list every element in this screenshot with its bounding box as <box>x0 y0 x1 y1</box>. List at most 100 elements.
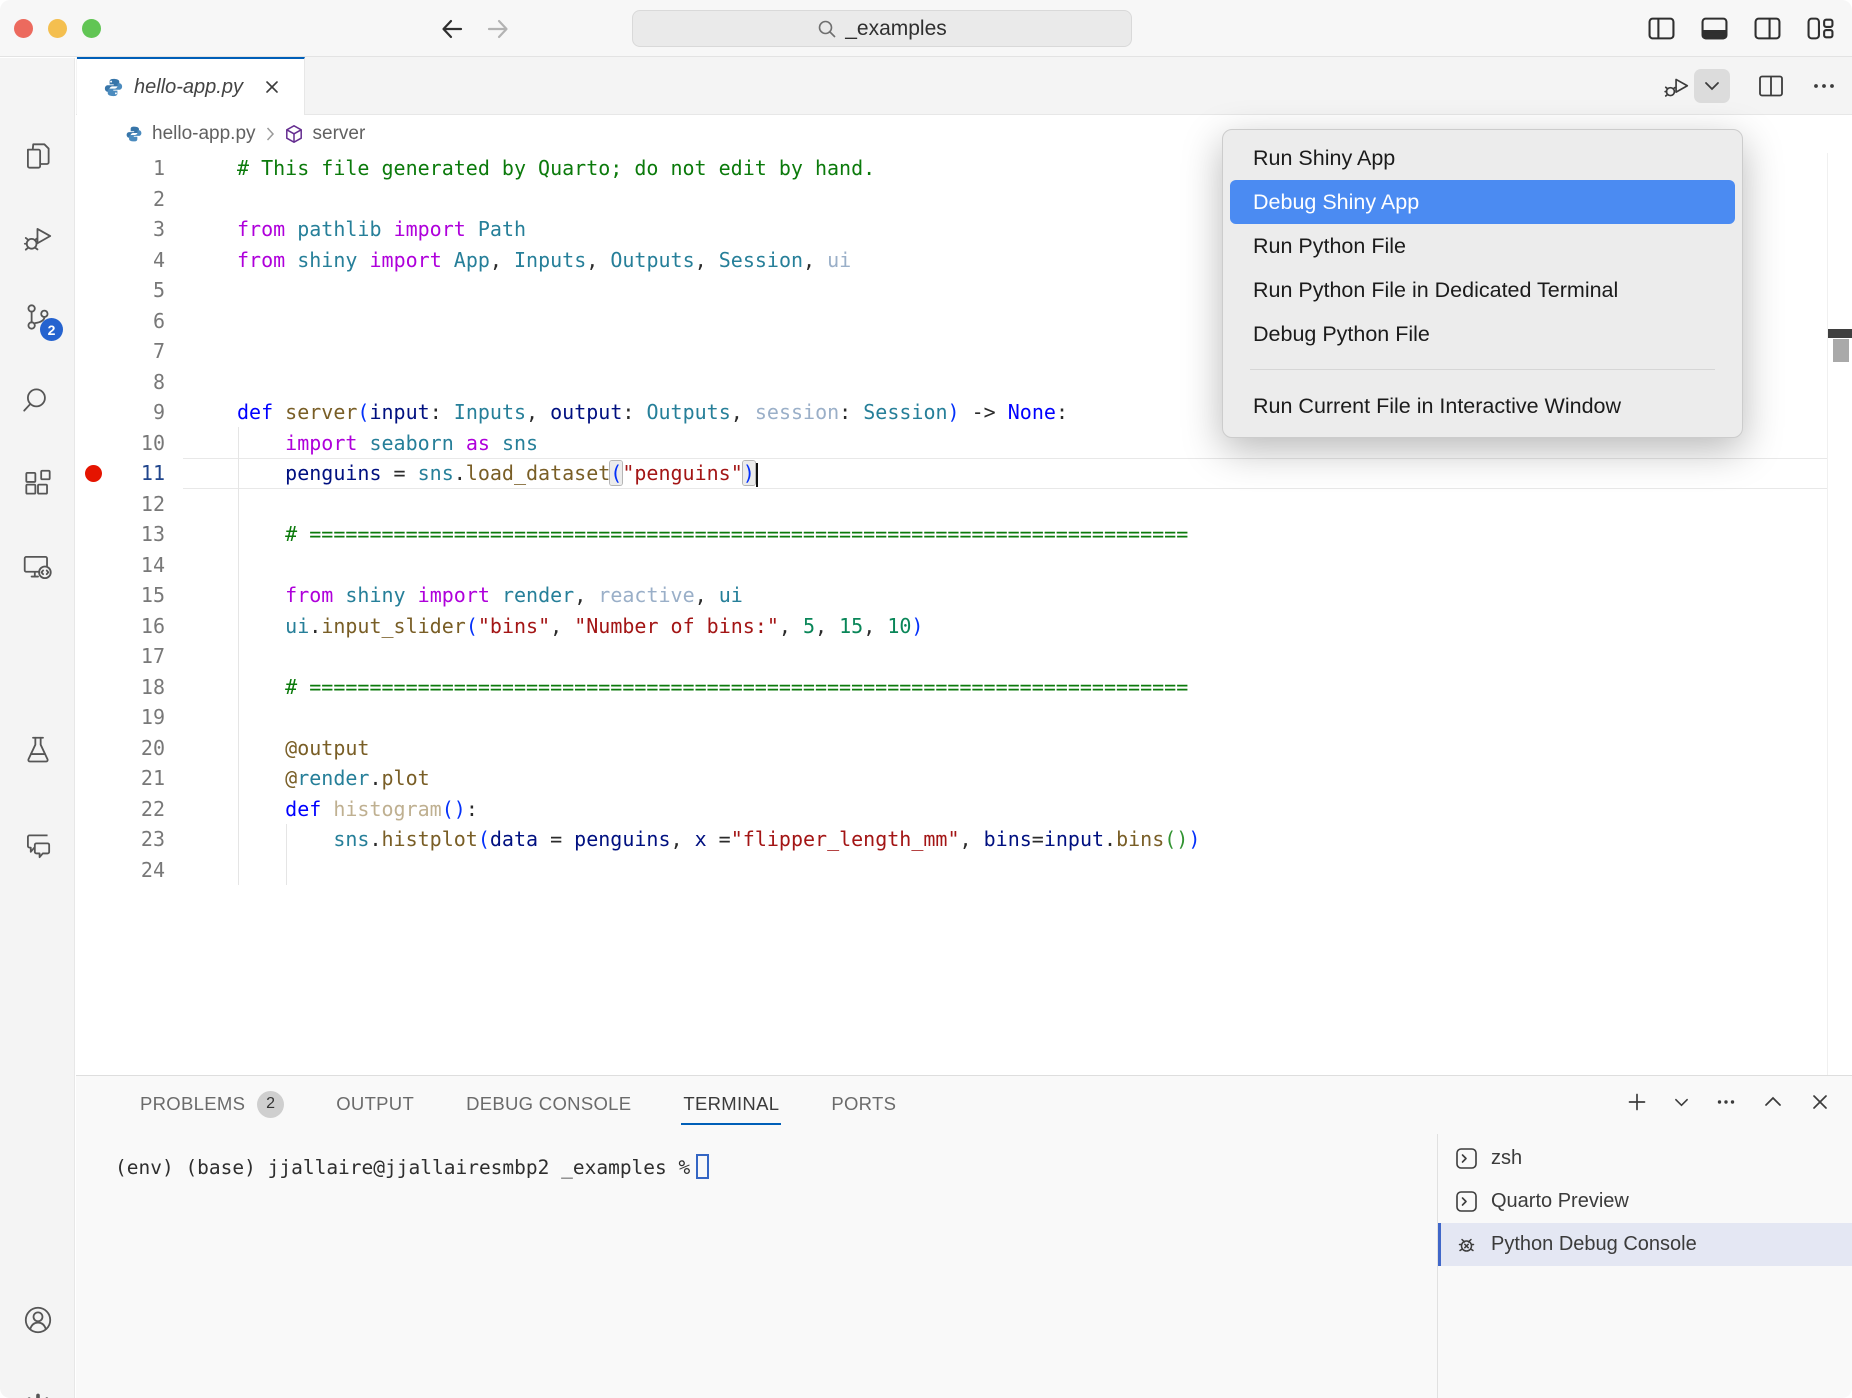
testing-beaker-icon[interactable] <box>21 733 55 767</box>
code-line: 17 <box>76 641 1828 672</box>
code-text <box>165 336 237 367</box>
chevron-right-icon <box>265 126 275 142</box>
line-number[interactable]: 19 <box>76 702 165 733</box>
settings-item[interactable]: 1 <box>21 1391 55 1398</box>
breadcrumb-file[interactable]: hello-app.py <box>152 123 256 145</box>
toggle-primary-sidebar-icon[interactable] <box>1648 17 1675 40</box>
close-window-button[interactable] <box>14 19 33 38</box>
code-text <box>165 855 237 886</box>
breadcrumb-symbol[interactable]: server <box>313 123 366 145</box>
panel-tab-output[interactable]: OUTPUT <box>310 1076 440 1132</box>
breakpoint-dot[interactable] <box>85 465 102 482</box>
line-number[interactable]: 14 <box>76 550 165 581</box>
zoom-window-button[interactable] <box>82 19 101 38</box>
panel-tabs: PROBLEMS2OUTPUTDEBUG CONSOLETERMINALPORT… <box>76 1076 922 1132</box>
line-number[interactable]: 1 <box>76 153 165 184</box>
code-text <box>165 641 237 672</box>
code-text: @output <box>165 733 369 764</box>
line-number[interactable]: 17 <box>76 641 165 672</box>
line-number[interactable]: 18 <box>76 672 165 703</box>
line-number[interactable]: 5 <box>76 275 165 306</box>
line-number[interactable]: 13 <box>76 519 165 550</box>
panel-more-actions-icon[interactable] <box>1716 1092 1736 1112</box>
run-and-debug-icon[interactable] <box>21 222 55 256</box>
new-terminal-icon[interactable] <box>1627 1092 1647 1112</box>
line-number[interactable]: 9 <box>76 397 165 428</box>
more-actions-icon[interactable] <box>1812 74 1836 98</box>
line-number[interactable]: 2 <box>76 184 165 215</box>
debug-run-button[interactable] <box>1662 71 1692 101</box>
code-line: 12 <box>76 489 1828 520</box>
terminal-profile-chevron-icon[interactable] <box>1674 1092 1689 1112</box>
line-number[interactable]: 15 <box>76 580 165 611</box>
account-icon[interactable] <box>21 1303 55 1337</box>
toggle-panel-icon[interactable] <box>1701 17 1728 40</box>
menu-item-run-python-file[interactable]: Run Python File <box>1223 224 1742 268</box>
symbol-cube-icon <box>284 124 304 144</box>
line-number[interactable]: 24 <box>76 855 165 886</box>
line-number[interactable]: 4 <box>76 245 165 276</box>
line-number[interactable]: 23 <box>76 824 165 855</box>
line-number[interactable]: 3 <box>76 214 165 245</box>
panel-tab-debug-console[interactable]: DEBUG CONSOLE <box>440 1076 657 1132</box>
line-number[interactable]: 20 <box>76 733 165 764</box>
editor-cursor <box>756 463 759 487</box>
line-number[interactable]: 21 <box>76 763 165 794</box>
panel-tab-ports[interactable]: PORTS <box>805 1076 922 1132</box>
menu-item-debug-shiny-app[interactable]: Debug Shiny App <box>1230 180 1735 224</box>
split-editor-icon[interactable] <box>1758 74 1784 98</box>
code-text: from shiny import App, Inputs, Outputs, … <box>165 245 851 276</box>
code-text <box>165 306 237 337</box>
tab-close-icon[interactable] <box>263 78 281 96</box>
line-number[interactable]: 8 <box>76 367 165 398</box>
menu-item-run-current-file-in-interactive-window[interactable]: Run Current File in Interactive Window <box>1223 384 1742 428</box>
python-file-icon <box>125 125 143 143</box>
line-number[interactable]: 16 <box>76 611 165 642</box>
forward-arrow-icon[interactable] <box>486 17 510 41</box>
terminal-tab-python-debug-console[interactable]: Python Debug Console <box>1438 1223 1852 1266</box>
code-text <box>165 550 237 581</box>
line-number[interactable]: 12 <box>76 489 165 520</box>
terminal-tab-zsh[interactable]: zsh <box>1438 1137 1852 1180</box>
code-text <box>165 367 237 398</box>
scrollbar-thumb[interactable] <box>1833 339 1849 362</box>
close-panel-icon[interactable] <box>1810 1092 1830 1112</box>
terminal-tab-quarto-preview[interactable]: Quarto Preview <box>1438 1180 1852 1223</box>
line-number[interactable]: 7 <box>76 336 165 367</box>
line-number[interactable]: 10 <box>76 428 165 459</box>
code-text: sns.histplot(data = penguins, x ="flippe… <box>165 824 1200 855</box>
panel-tab-problems[interactable]: PROBLEMS2 <box>114 1076 310 1132</box>
panel-tab-terminal[interactable]: TERMINAL <box>657 1076 805 1132</box>
remote-explorer-icon[interactable] <box>21 550 55 584</box>
editor-tab-hello-app[interactable]: hello-app.py <box>77 57 305 115</box>
search-sidebar-icon[interactable] <box>21 383 55 417</box>
minimize-window-button[interactable] <box>48 19 67 38</box>
explorer-icon[interactable] <box>21 139 55 173</box>
bottom-panel: PROBLEMS2OUTPUTDEBUG CONSOLETERMINALPORT… <box>76 1075 1852 1398</box>
code-text <box>165 702 237 733</box>
editor-scrollbar-rail[interactable] <box>1827 153 1828 1075</box>
run-options-menu: Run Shiny AppDebug Shiny AppRun Python F… <box>1222 129 1743 438</box>
menu-item-run-shiny-app[interactable]: Run Shiny App <box>1223 136 1742 180</box>
toggle-secondary-sidebar-icon[interactable] <box>1754 17 1781 40</box>
customize-layout-icon[interactable] <box>1807 17 1834 40</box>
vscode-window: _examples 2 1 hello-app <box>0 0 1852 1398</box>
back-arrow-icon[interactable] <box>440 17 464 41</box>
overview-ruler-marker <box>1828 329 1852 338</box>
activity-bar: 2 1 <box>0 58 75 1398</box>
code-line: 16 ui.input_slider("bins", "Number of bi… <box>76 611 1828 642</box>
command-center-search[interactable]: _examples <box>632 10 1132 47</box>
code-text: def histogram(): <box>165 794 478 825</box>
line-number[interactable]: 6 <box>76 306 165 337</box>
source-control-item[interactable]: 2 <box>21 300 55 334</box>
terminal-tab-label: Python Debug Console <box>1491 1233 1697 1256</box>
menu-item-debug-python-file[interactable]: Debug Python File <box>1223 312 1742 356</box>
extensions-icon[interactable] <box>21 466 55 500</box>
comments-icon[interactable] <box>21 829 55 863</box>
source-control-badge: 2 <box>40 318 63 341</box>
run-options-dropdown-button[interactable] <box>1694 69 1730 103</box>
line-number[interactable]: 22 <box>76 794 165 825</box>
terminal-output[interactable]: (env) (base) jjallaire@jjallairesmbp2 _e… <box>76 1132 1437 1398</box>
menu-item-run-python-file-in-dedicated-terminal[interactable]: Run Python File in Dedicated Terminal <box>1223 268 1742 312</box>
maximize-panel-icon[interactable] <box>1763 1092 1783 1112</box>
